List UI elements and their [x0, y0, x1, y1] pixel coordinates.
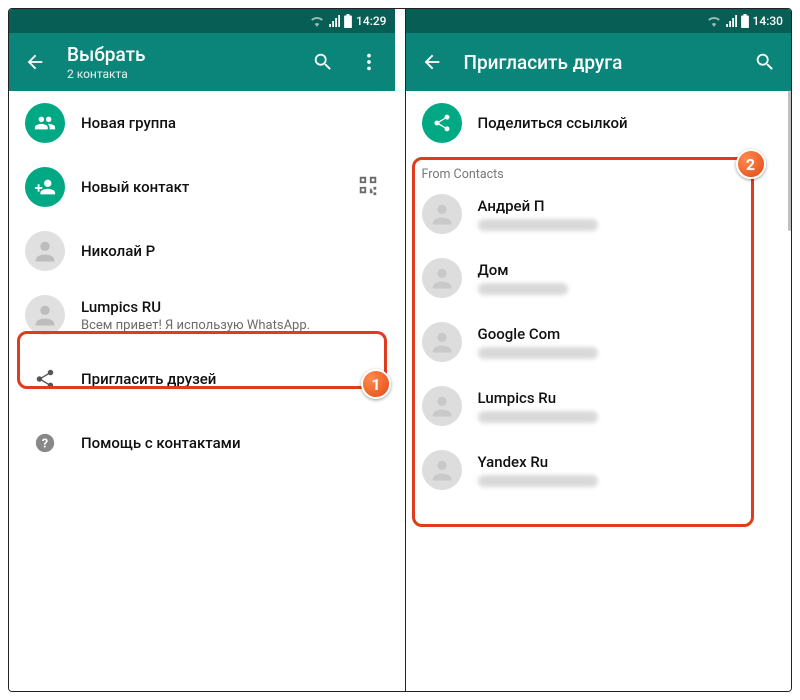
- scrollbar[interactable]: [788, 91, 791, 231]
- contact-row-nikolay[interactable]: Николай Р: [9, 219, 395, 283]
- share-icon: [422, 103, 462, 143]
- contact-phone-blurred: [478, 475, 598, 487]
- add-contact-icon: [25, 167, 65, 207]
- invite-contact-row[interactable]: Google Com: [406, 310, 792, 374]
- screen-title: Выбрать: [67, 43, 291, 66]
- invite-friends-row[interactable]: Пригласить друзей: [9, 347, 395, 411]
- back-icon[interactable]: [418, 48, 446, 76]
- phone-left: 14:29 Выбрать 2 контакта Новая груп: [9, 9, 395, 691]
- app-bar: Пригласить друга: [406, 33, 792, 91]
- invite-contact-row[interactable]: Дом: [406, 246, 792, 310]
- contact-name: Google Com: [478, 325, 776, 343]
- search-icon[interactable]: [751, 48, 779, 76]
- contacts-help-label: Помощь с контактами: [81, 434, 379, 452]
- avatar-placeholder-icon: [422, 450, 462, 490]
- avatar-placeholder-icon: [422, 194, 462, 234]
- status-bar: 14:29: [9, 9, 395, 33]
- contact-phone-blurred: [478, 347, 598, 359]
- battery-icon: [344, 14, 352, 28]
- contact-status: Всем привет! Я использую WhatsApp.: [81, 318, 379, 333]
- new-contact-row[interactable]: Новый контакт: [9, 155, 395, 219]
- contact-name: Николай Р: [81, 242, 379, 260]
- qr-icon[interactable]: [357, 174, 379, 200]
- section-from-contacts: From Contacts: [406, 155, 792, 182]
- wifi-icon: [310, 15, 324, 27]
- status-time: 14:29: [356, 14, 386, 28]
- contact-phone-blurred: [478, 219, 598, 231]
- new-contact-label: Новый контакт: [81, 178, 341, 196]
- signal-icon: [725, 15, 737, 27]
- new-group-row[interactable]: Новая группа: [9, 91, 395, 155]
- group-icon: [25, 103, 65, 143]
- contact-name: Yandex Ru: [478, 453, 776, 471]
- screen-subtitle: 2 контакта: [67, 67, 291, 81]
- wifi-icon: [707, 15, 721, 27]
- contact-phone-blurred: [478, 283, 568, 295]
- avatar-placeholder-icon: [25, 231, 65, 271]
- avatar-placeholder-icon: [25, 295, 65, 335]
- menu-icon[interactable]: [355, 48, 383, 76]
- share-icon: [25, 359, 65, 399]
- contact-name: Дом: [478, 261, 776, 279]
- signal-icon: [328, 15, 340, 27]
- screen-title: Пригласить друга: [464, 51, 734, 74]
- phone-right: 14:30 Пригласить друга Поделиться ссылко…: [405, 9, 792, 691]
- status-bar: 14:30: [406, 9, 792, 33]
- avatar-placeholder-icon: [422, 386, 462, 426]
- invite-contact-row[interactable]: Андрей П: [406, 182, 792, 246]
- app-bar: Выбрать 2 контакта: [9, 33, 395, 91]
- contact-row-lumpics[interactable]: Lumpics RU Всем привет! Я использую What…: [9, 283, 395, 347]
- contact-name: Lumpics RU: [81, 298, 379, 316]
- new-group-label: Новая группа: [81, 114, 379, 132]
- avatar-placeholder-icon: [422, 258, 462, 298]
- status-time: 14:30: [753, 14, 783, 28]
- contacts-help-row[interactable]: ? Помощь с контактами: [9, 411, 395, 475]
- help-icon: ?: [25, 423, 65, 463]
- share-link-row[interactable]: Поделиться ссылкой: [406, 91, 792, 155]
- back-icon[interactable]: [21, 48, 49, 76]
- battery-icon: [741, 14, 749, 28]
- share-link-label: Поделиться ссылкой: [478, 114, 776, 132]
- contacts-list: Новая группа Новый контакт Николай Р: [9, 91, 395, 691]
- search-icon[interactable]: [309, 48, 337, 76]
- invite-contact-row[interactable]: Yandex Ru: [406, 438, 792, 502]
- contact-phone-blurred: [478, 411, 598, 423]
- svg-text:?: ?: [42, 437, 48, 452]
- invite-list: Поделиться ссылкой From Contacts Андрей …: [406, 91, 792, 691]
- invite-contact-row[interactable]: Lumpics Ru: [406, 374, 792, 438]
- invite-friends-label: Пригласить друзей: [81, 370, 379, 388]
- avatar-placeholder-icon: [422, 322, 462, 362]
- contact-name: Андрей П: [478, 197, 776, 215]
- contact-name: Lumpics Ru: [478, 389, 776, 407]
